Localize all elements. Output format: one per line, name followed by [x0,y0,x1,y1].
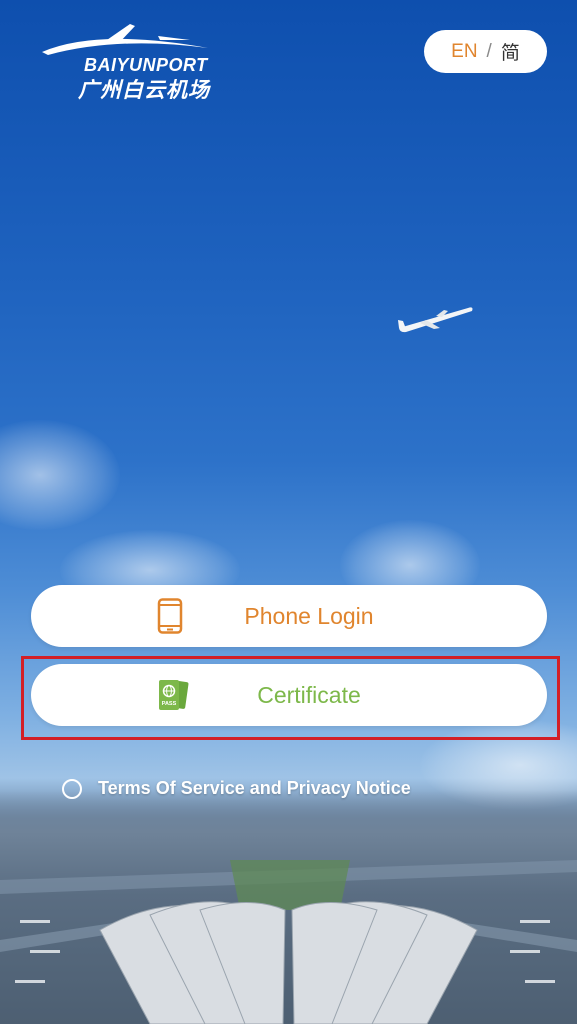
terms-link[interactable]: Terms Of Service and Privacy Notice [98,778,411,799]
language-option-en[interactable]: EN [451,41,477,63]
language-separator: / [486,40,492,62]
baiyunport-logo: BAIYUNPORT 广州白云机场 [38,22,248,102]
airplane-image [398,307,473,333]
certificate-highlight-frame [21,656,560,740]
brand-name-cn: 广州白云机场 [78,78,210,102]
phone-login-button[interactable]: Phone Login [31,585,547,647]
login-screen: BAIYUNPORT 广州白云机场 EN / 简 Phone Login PAS… [0,0,577,1024]
terms-radio-button[interactable] [62,778,82,799]
terminal-building-image [0,860,577,1024]
brand-name-en: BAIYUNPORT [84,55,208,75]
language-toggle[interactable]: EN / 简 [424,30,547,73]
terms-agreement[interactable]: Terms Of Service and Privacy Notice [62,778,411,799]
language-option-zh[interactable]: 简 [501,38,520,65]
airplane-swoosh-logo-icon [42,24,208,55]
phone-login-label: Phone Login [244,602,374,629]
cloud-decoration [0,420,120,530]
